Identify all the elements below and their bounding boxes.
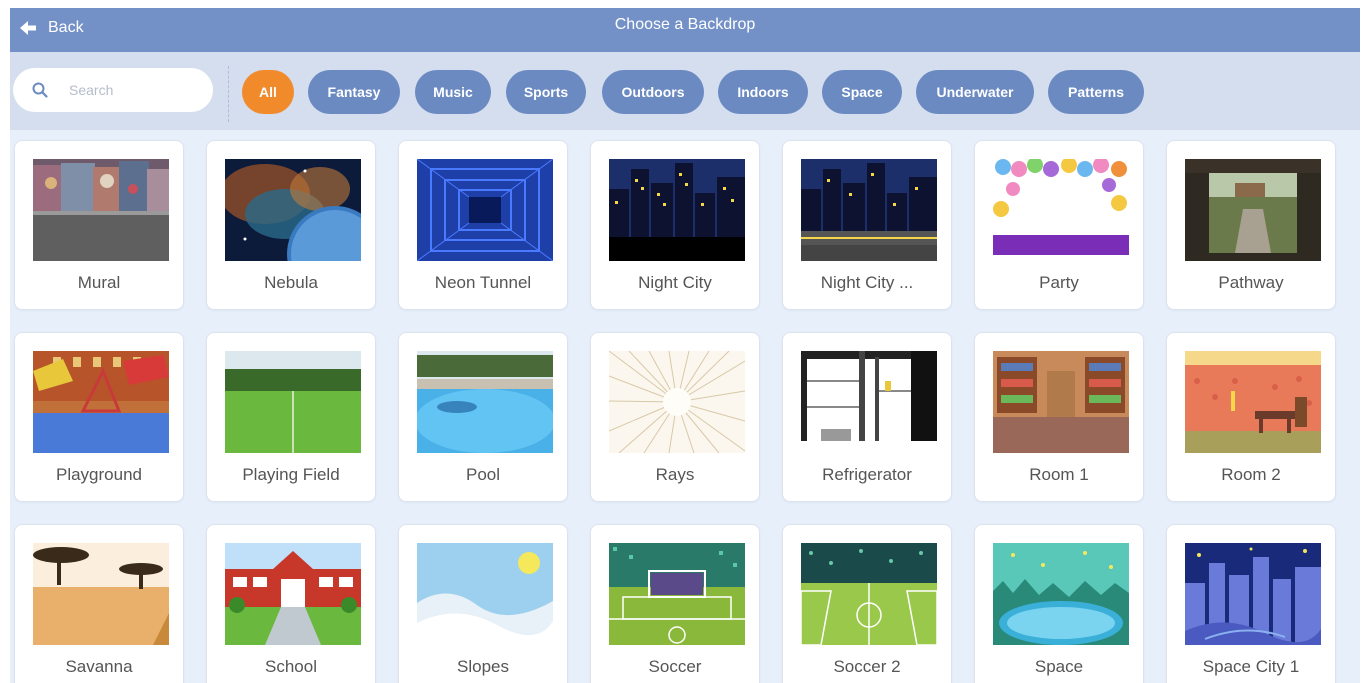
- backdrop-card-pool[interactable]: Pool: [398, 332, 568, 502]
- refrigerator-thumbnail: [801, 351, 937, 453]
- search-icon: [32, 82, 48, 98]
- page-title: Choose a Backdrop: [614, 16, 756, 33]
- pathway-thumbnail: [1185, 159, 1321, 261]
- backdrop-name: Playground: [55, 465, 142, 484]
- backdrop-library: Back Choose a Backdrop All Fantasy Music…: [10, 8, 1360, 683]
- mural-thumbnail: [33, 159, 169, 261]
- filter-bar: All Fantasy Music Sports Outdoors Indoor…: [10, 52, 1360, 130]
- backdrop-name: Rays: [655, 465, 695, 484]
- filter-space[interactable]: Space: [822, 70, 902, 114]
- search-input[interactable]: [69, 82, 189, 98]
- header-bar: Back Choose a Backdrop: [10, 8, 1360, 52]
- backdrop-name: Slopes: [457, 657, 509, 676]
- neon-tunnel-thumbnail: [417, 159, 553, 261]
- room-1-thumbnail: [993, 351, 1129, 453]
- rays-thumbnail: [609, 351, 745, 453]
- backdrop-card-night-city-2[interactable]: Night City ...: [782, 140, 952, 310]
- backdrop-card-slopes[interactable]: Slopes: [398, 524, 568, 683]
- filter-indoors[interactable]: Indoors: [718, 70, 808, 114]
- backdrop-name: School: [265, 657, 317, 676]
- nebula-thumbnail: [225, 159, 361, 261]
- backdrop-card-mural[interactable]: Mural: [14, 140, 184, 310]
- filter-fantasy[interactable]: Fantasy: [308, 70, 400, 114]
- school-thumbnail: [225, 543, 361, 645]
- backdrop-card-space-city-1[interactable]: Space City 1: [1166, 524, 1336, 683]
- backdrop-card-refrigerator[interactable]: Refrigerator: [782, 332, 952, 502]
- backdrop-name: Party: [1039, 273, 1079, 292]
- backdrop-name: Neon Tunnel: [434, 273, 532, 292]
- slopes-thumbnail: [417, 543, 553, 645]
- backdrop-name: Room 1: [1029, 465, 1089, 484]
- soccer-thumbnail: [609, 543, 745, 645]
- filter-patterns[interactable]: Patterns: [1048, 70, 1144, 114]
- backdrop-name: Night City: [638, 273, 712, 292]
- backdrop-name: Refrigerator: [822, 465, 912, 484]
- space-thumbnail: [993, 543, 1129, 645]
- savanna-thumbnail: [33, 543, 169, 645]
- backdrop-grid: Mural Nebula Neon Tunnel Night City Nigh…: [10, 130, 1360, 683]
- pool-thumbnail: [417, 351, 553, 453]
- filter-sports[interactable]: Sports: [506, 70, 586, 114]
- backdrop-card-neon-tunnel[interactable]: Neon Tunnel: [398, 140, 568, 310]
- party-thumbnail: [993, 159, 1129, 261]
- backdrop-card-soccer[interactable]: Soccer: [590, 524, 760, 683]
- filter-all[interactable]: All: [242, 70, 294, 114]
- backdrop-card-night-city[interactable]: Night City: [590, 140, 760, 310]
- soccer-2-thumbnail: [801, 543, 937, 645]
- filter-music[interactable]: Music: [415, 70, 491, 114]
- backdrop-card-savanna[interactable]: Savanna: [14, 524, 184, 683]
- backdrop-card-soccer-2[interactable]: Soccer 2: [782, 524, 952, 683]
- backdrop-name: Night City ...: [820, 273, 914, 292]
- backdrop-card-pathway[interactable]: Pathway: [1166, 140, 1336, 310]
- backdrop-card-space[interactable]: Space: [974, 524, 1144, 683]
- backdrop-card-playing-field[interactable]: Playing Field: [206, 332, 376, 502]
- playing-field-thumbnail: [225, 351, 361, 453]
- night-city-2-thumbnail: [801, 159, 937, 261]
- backdrop-card-party[interactable]: Party: [974, 140, 1144, 310]
- search-box[interactable]: [13, 68, 213, 112]
- playground-thumbnail: [33, 351, 169, 453]
- backdrop-name: Savanna: [65, 657, 133, 676]
- backdrop-name: Mural: [77, 273, 121, 292]
- backdrop-card-school[interactable]: School: [206, 524, 376, 683]
- backdrop-name: Playing Field: [242, 465, 340, 484]
- backdrop-name: Room 2: [1221, 465, 1281, 484]
- backdrop-name: Soccer 2: [833, 657, 901, 676]
- night-city-thumbnail: [609, 159, 745, 261]
- room-2-thumbnail: [1185, 351, 1321, 453]
- backdrop-name: Nebula: [264, 273, 318, 292]
- filter-underwater[interactable]: Underwater: [916, 70, 1034, 114]
- backdrop-card-room-1[interactable]: Room 1: [974, 332, 1144, 502]
- backdrop-name: Soccer: [648, 657, 702, 676]
- divider: [228, 66, 229, 122]
- backdrop-name: Space: [1034, 657, 1084, 676]
- backdrop-card-playground[interactable]: Playground: [14, 332, 184, 502]
- backdrop-card-room-2[interactable]: Room 2: [1166, 332, 1336, 502]
- filter-outdoors[interactable]: Outdoors: [602, 70, 704, 114]
- backdrop-card-rays[interactable]: Rays: [590, 332, 760, 502]
- backdrop-name: Pool: [465, 465, 501, 484]
- backdrop-name: Space City 1: [1202, 657, 1300, 676]
- backdrop-card-nebula[interactable]: Nebula: [206, 140, 376, 310]
- backdrop-name: Pathway: [1218, 273, 1284, 292]
- space-city-1-thumbnail: [1185, 543, 1321, 645]
